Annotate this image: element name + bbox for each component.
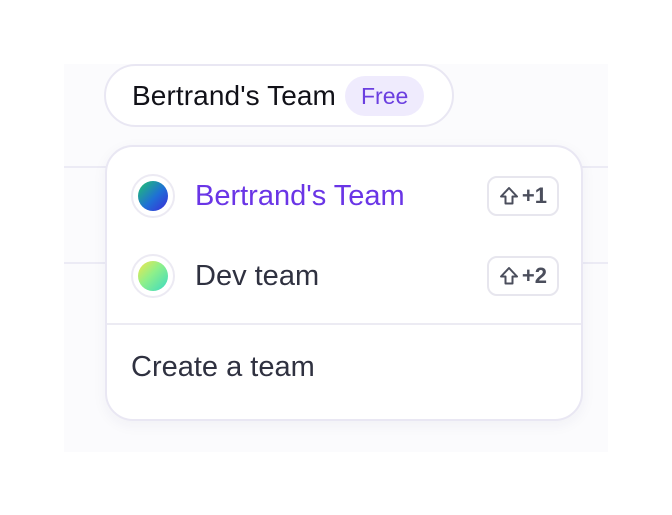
team-selector-button[interactable]: Bertrand's Team Free	[104, 64, 454, 127]
avatar	[131, 174, 175, 218]
background-divider	[582, 262, 608, 264]
shortcut-badge: +2	[486, 256, 559, 296]
team-dropdown-menu: Bertrand's Team +1 Dev team +2 Create a …	[105, 145, 583, 421]
shortcut-key: +1	[521, 183, 547, 208]
team-name: Dev team	[195, 259, 320, 292]
shift-icon	[499, 186, 519, 206]
shortcut-badge: +1	[486, 176, 559, 216]
team-avatar-gradient	[138, 181, 168, 211]
create-team-button[interactable]: Create a team	[131, 351, 315, 384]
menu-divider	[107, 323, 581, 325]
avatar	[131, 254, 175, 298]
background-divider	[582, 166, 608, 168]
shift-icon	[499, 266, 519, 286]
background-divider	[64, 166, 106, 168]
background-divider	[64, 262, 106, 264]
plan-badge: Free	[344, 75, 425, 116]
team-item-bertrands-team[interactable]: Bertrand's Team +1	[107, 161, 581, 231]
current-team-label: Bertrand's Team	[132, 79, 336, 111]
team-avatar-gradient	[138, 261, 168, 291]
shortcut-key: +2	[521, 263, 547, 288]
team-name: Bertrand's Team	[195, 179, 405, 212]
team-item-dev-team[interactable]: Dev team +2	[107, 241, 581, 311]
